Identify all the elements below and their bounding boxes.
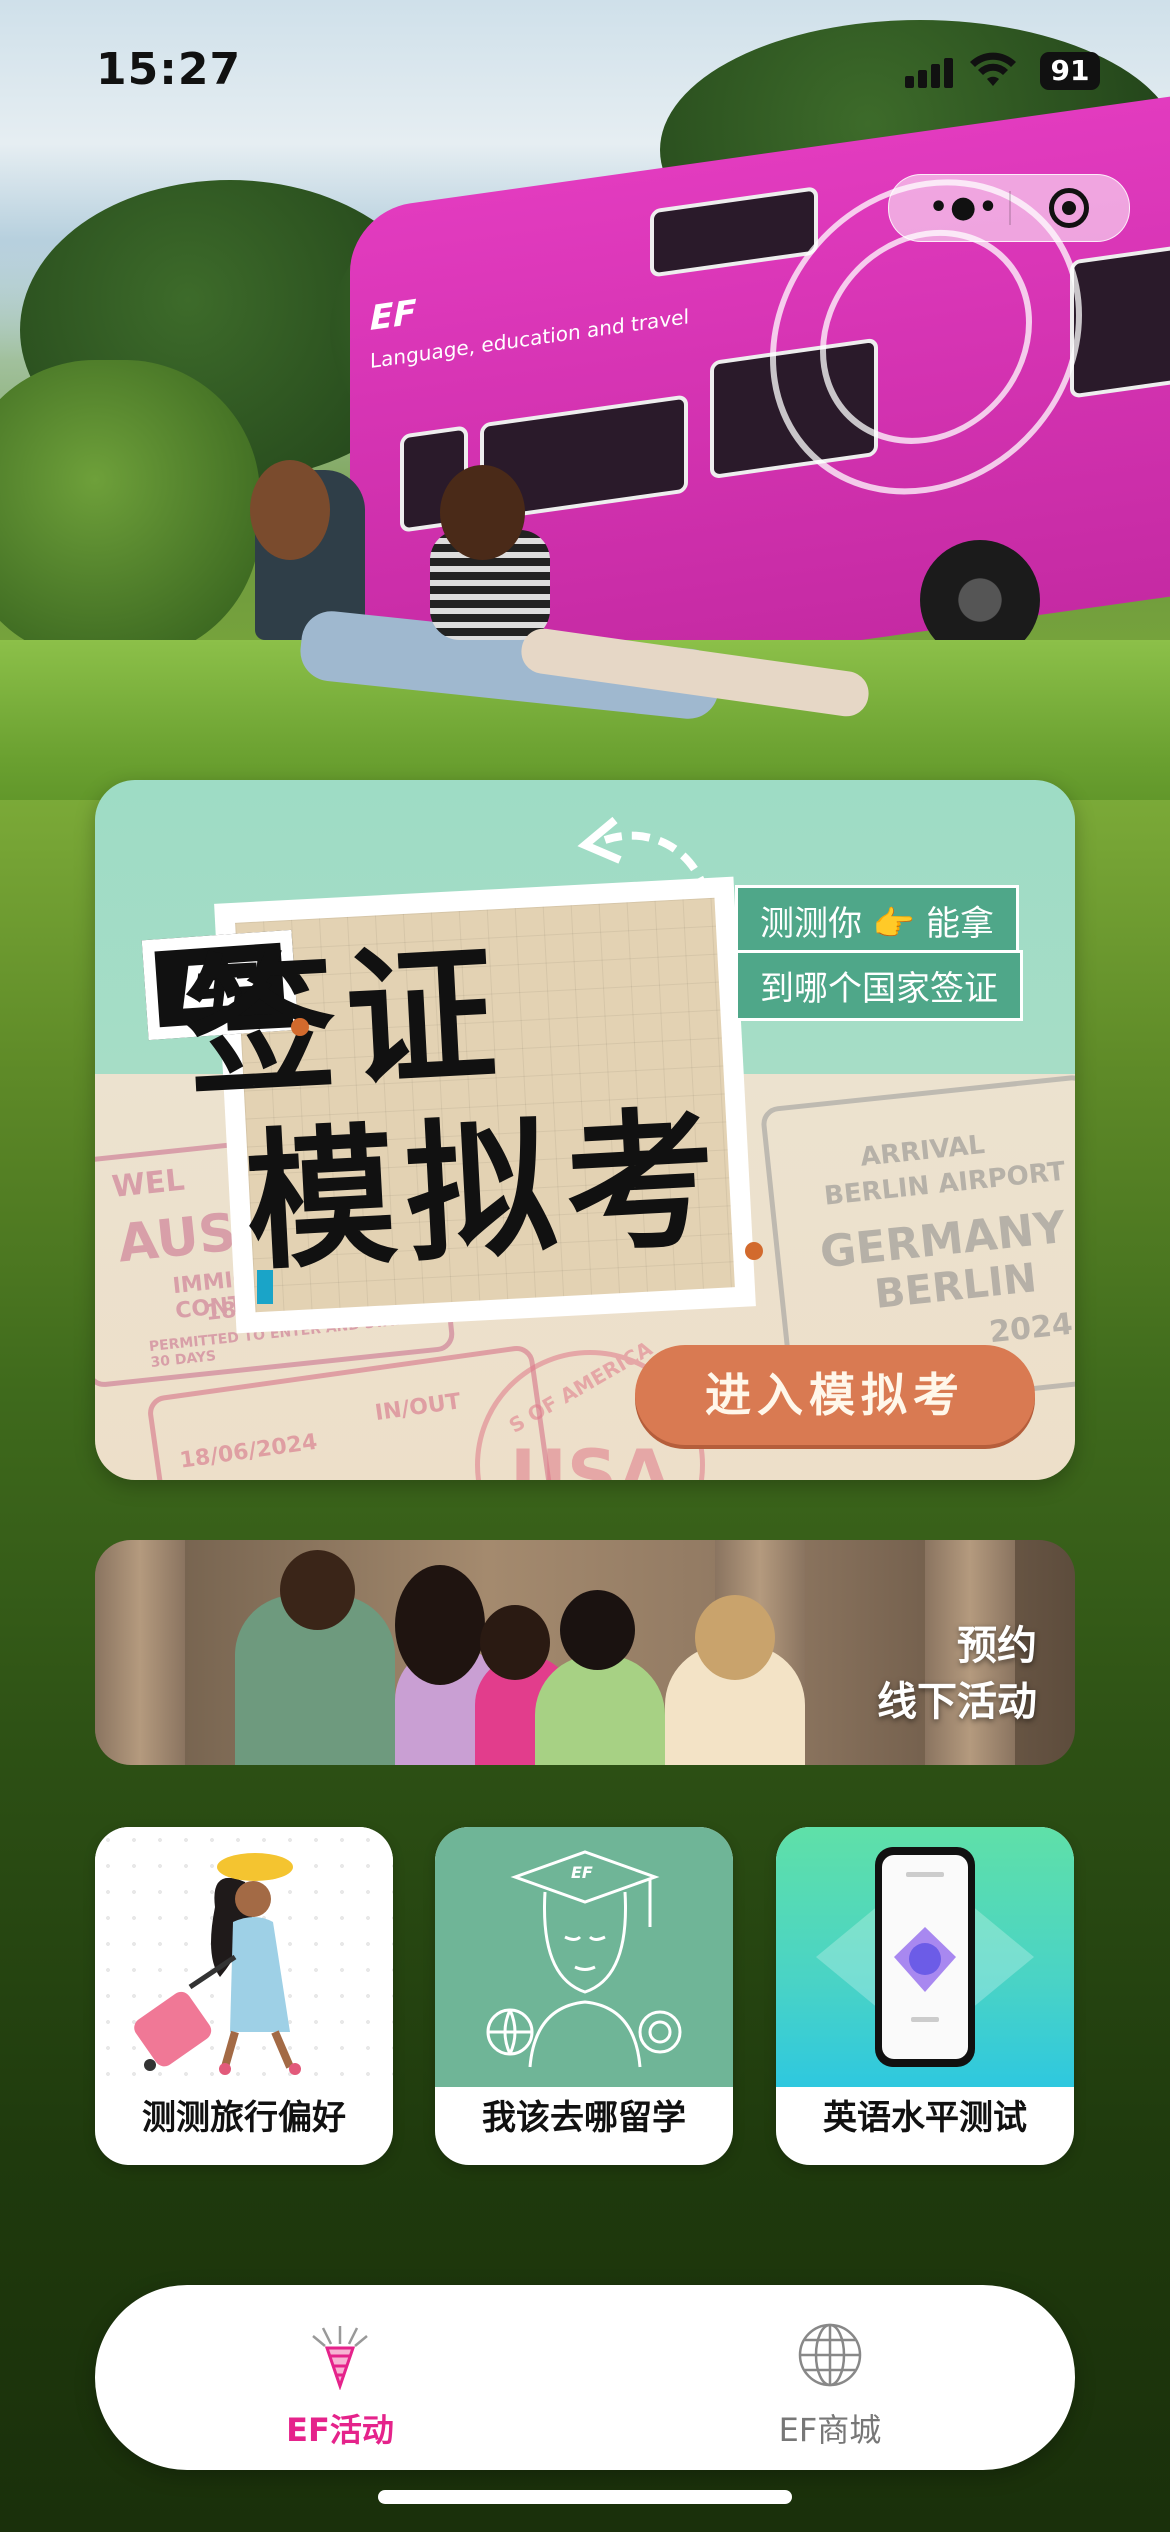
bus-window [650, 186, 818, 278]
visa-mock-test-banner[interactable]: WEL AUS IMMIGRATION CONTROL 18 June 2024… [95, 780, 1075, 1480]
more-menu-icon[interactable]: •●• [929, 193, 1000, 223]
stamp-text: 2024 [987, 1306, 1075, 1351]
person-head [440, 465, 525, 560]
party-popper-icon [312, 2326, 368, 2390]
tab-ef-activities[interactable]: EF活动 [95, 2285, 585, 2470]
enter-mock-test-button[interactable]: 进入模拟考 [635, 1345, 1035, 1445]
stamp-text: AUS [115, 1202, 239, 1275]
graduate-illustration-icon: EF [435, 1827, 733, 2087]
close-miniprogram-icon[interactable] [1049, 188, 1089, 228]
tab-label: EF商城 [778, 2411, 882, 2449]
building-column [95, 1540, 185, 1765]
graduate-cap-badge: EF [571, 1863, 593, 1882]
bus-tagline: Language, education and travel [370, 304, 690, 374]
phone-test-illustration-icon [776, 1827, 1074, 2087]
subtitle-pill: 到哪个国家签证 [735, 950, 1023, 1021]
stamp-text: BERLIN AIRPORT [822, 1156, 1067, 1212]
tab-label: EF活动 [286, 2411, 394, 2449]
traveler-illustration-icon [95, 1827, 393, 2087]
subtitle-pill: 测测你 👉 能拿 [735, 885, 1019, 956]
status-bar: 15:27 91 [0, 0, 1170, 140]
subtitle-text: 能拿 [925, 904, 994, 944]
stamp-text: WEL [110, 1162, 187, 1205]
stamp-text: 18/06/2024 [178, 1429, 319, 1474]
globe-icon [798, 2323, 862, 2387]
card-label: 英语水平测试 [823, 2098, 1027, 2138]
tab-ef-mall[interactable]: EF商城 [585, 2285, 1075, 2470]
card-label: 我该去哪留学 [482, 2098, 686, 2138]
person-head [560, 1590, 635, 1670]
event-label: 预约 线下活动 [877, 1618, 1037, 1730]
decor-dot [291, 1018, 309, 1036]
wifi-icon [970, 52, 1016, 86]
study-abroad-card[interactable]: EF 我该去哪留学 [435, 1827, 733, 2165]
visa-title-line2: 模拟考 [241, 1092, 730, 1292]
offline-event-banner[interactable]: 预约 线下活动 [95, 1540, 1075, 1765]
hedge [0, 360, 260, 660]
travel-preference-card[interactable]: 测测旅行偏好 [95, 1827, 393, 2165]
status-time: 15:27 [96, 44, 242, 95]
person [535, 1655, 665, 1765]
miniprogram-capsule: •●• [888, 174, 1130, 242]
person-head [250, 460, 330, 560]
stamp-text: IN/OUT [373, 1389, 463, 1427]
pointing-hand-icon: 👉 [872, 904, 916, 944]
cellular-signal-icon [905, 58, 957, 88]
battery-indicator: 91 [1040, 52, 1100, 90]
capsule-divider [1009, 191, 1011, 225]
bottom-tab-bar: EF活动 EF商城 [95, 2285, 1075, 2470]
bus-window [1070, 244, 1170, 399]
subtitle-text: 测测你 [760, 904, 862, 944]
home-indicator [378, 2490, 792, 2504]
event-label-line1: 预约 [957, 1623, 1037, 1669]
person-head [280, 1550, 355, 1630]
person-head [480, 1605, 550, 1680]
decor-dot [745, 1242, 763, 1260]
decor-tape [257, 1270, 273, 1304]
event-label-line2: 线下活动 [877, 1679, 1037, 1725]
bus-brand: EF [370, 292, 417, 340]
stamp-text: USA [510, 1435, 672, 1480]
english-test-card[interactable]: 英语水平测试 [776, 1827, 1074, 2165]
card-label: 测测旅行偏好 [142, 2098, 346, 2138]
person-head [395, 1565, 485, 1685]
person-head [695, 1595, 775, 1680]
